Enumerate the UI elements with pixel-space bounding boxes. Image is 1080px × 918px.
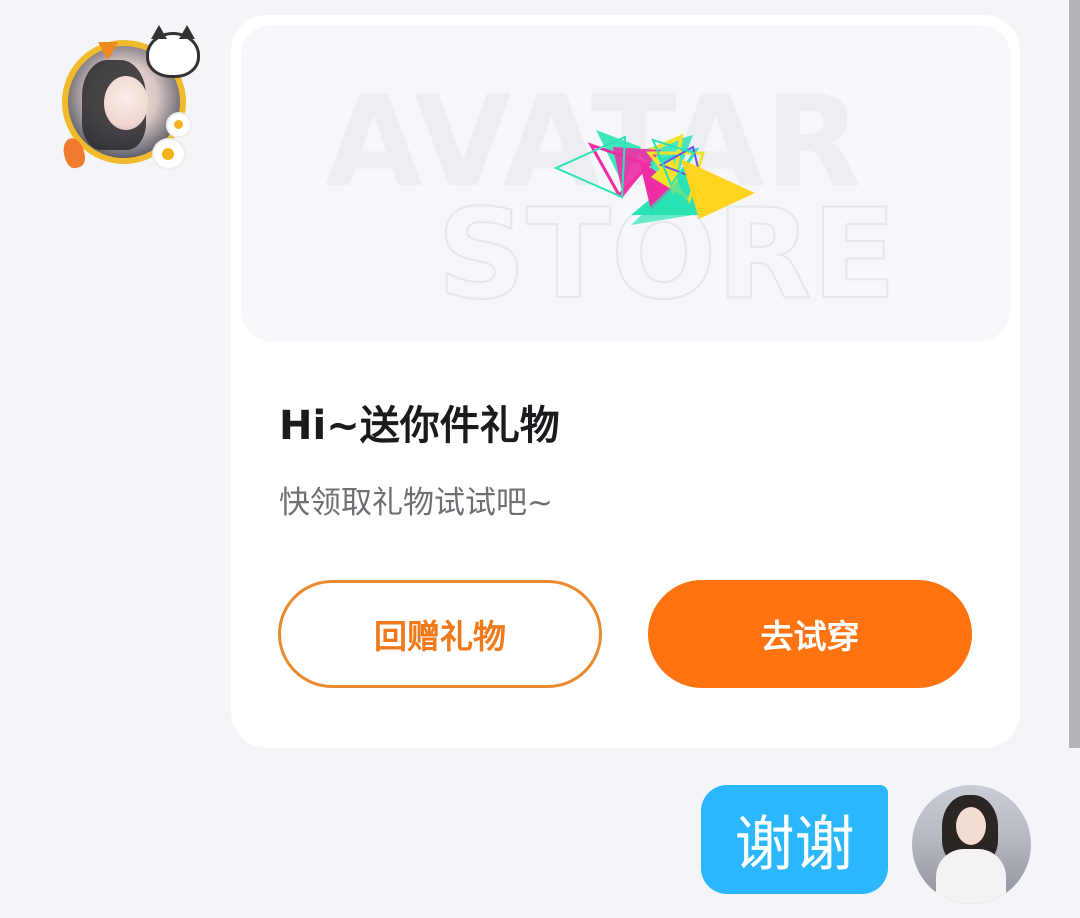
gift-banner: AVATAR STORE	[241, 25, 1010, 341]
user-avatar-face	[956, 807, 986, 845]
banner-graphic: AVATAR STORE	[325, 68, 898, 328]
cat-decoration-icon	[146, 25, 200, 78]
reply-message-bubble[interactable]: 谢谢	[701, 785, 888, 894]
try-on-button[interactable]: 去试穿	[648, 580, 972, 688]
user-avatar-dress	[936, 849, 1006, 904]
flower-decoration-icon	[166, 112, 192, 138]
user-avatar[interactable]	[912, 785, 1031, 904]
return-gift-button[interactable]: 回赠礼物	[278, 580, 602, 688]
gift-title: Hi~送你件礼物	[279, 403, 560, 449]
gift-subtitle: 快领取礼物试试吧~	[279, 485, 553, 521]
gift-card[interactable]: AVATAR STORE Hi~送你件礼物 快领取礼物试试吧~ 回赠礼物 去试穿	[231, 15, 1020, 748]
egg-decoration-icon	[152, 138, 186, 170]
sender-avatar[interactable]	[58, 25, 200, 171]
avatar-face	[104, 76, 148, 130]
flag-decoration-icon	[98, 42, 118, 60]
scrollbar[interactable]	[1069, 0, 1080, 748]
